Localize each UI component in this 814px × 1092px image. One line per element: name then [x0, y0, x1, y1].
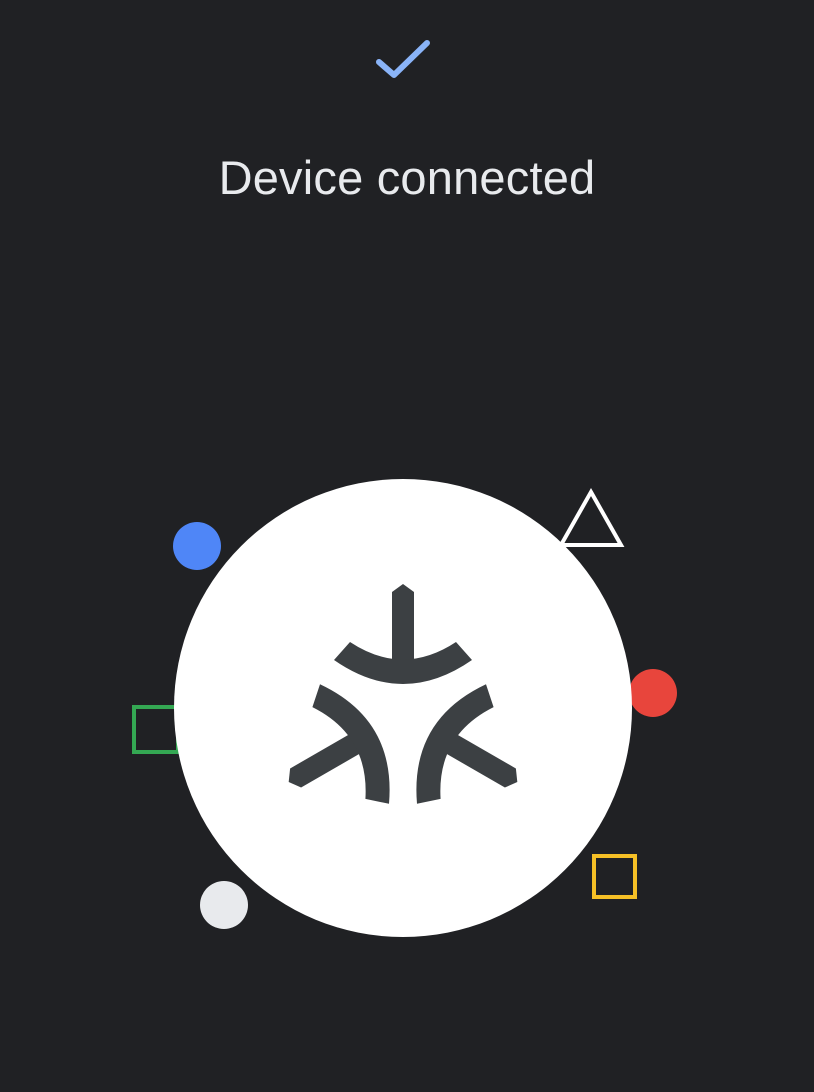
blue-dot-icon [173, 522, 221, 570]
device-illustration [132, 479, 677, 937]
center-disc [174, 479, 632, 937]
red-dot-icon [629, 669, 677, 717]
yellow-square-icon [592, 854, 637, 899]
green-square-icon [132, 705, 180, 754]
gray-dot-icon [200, 881, 248, 929]
white-triangle-icon [557, 487, 625, 547]
